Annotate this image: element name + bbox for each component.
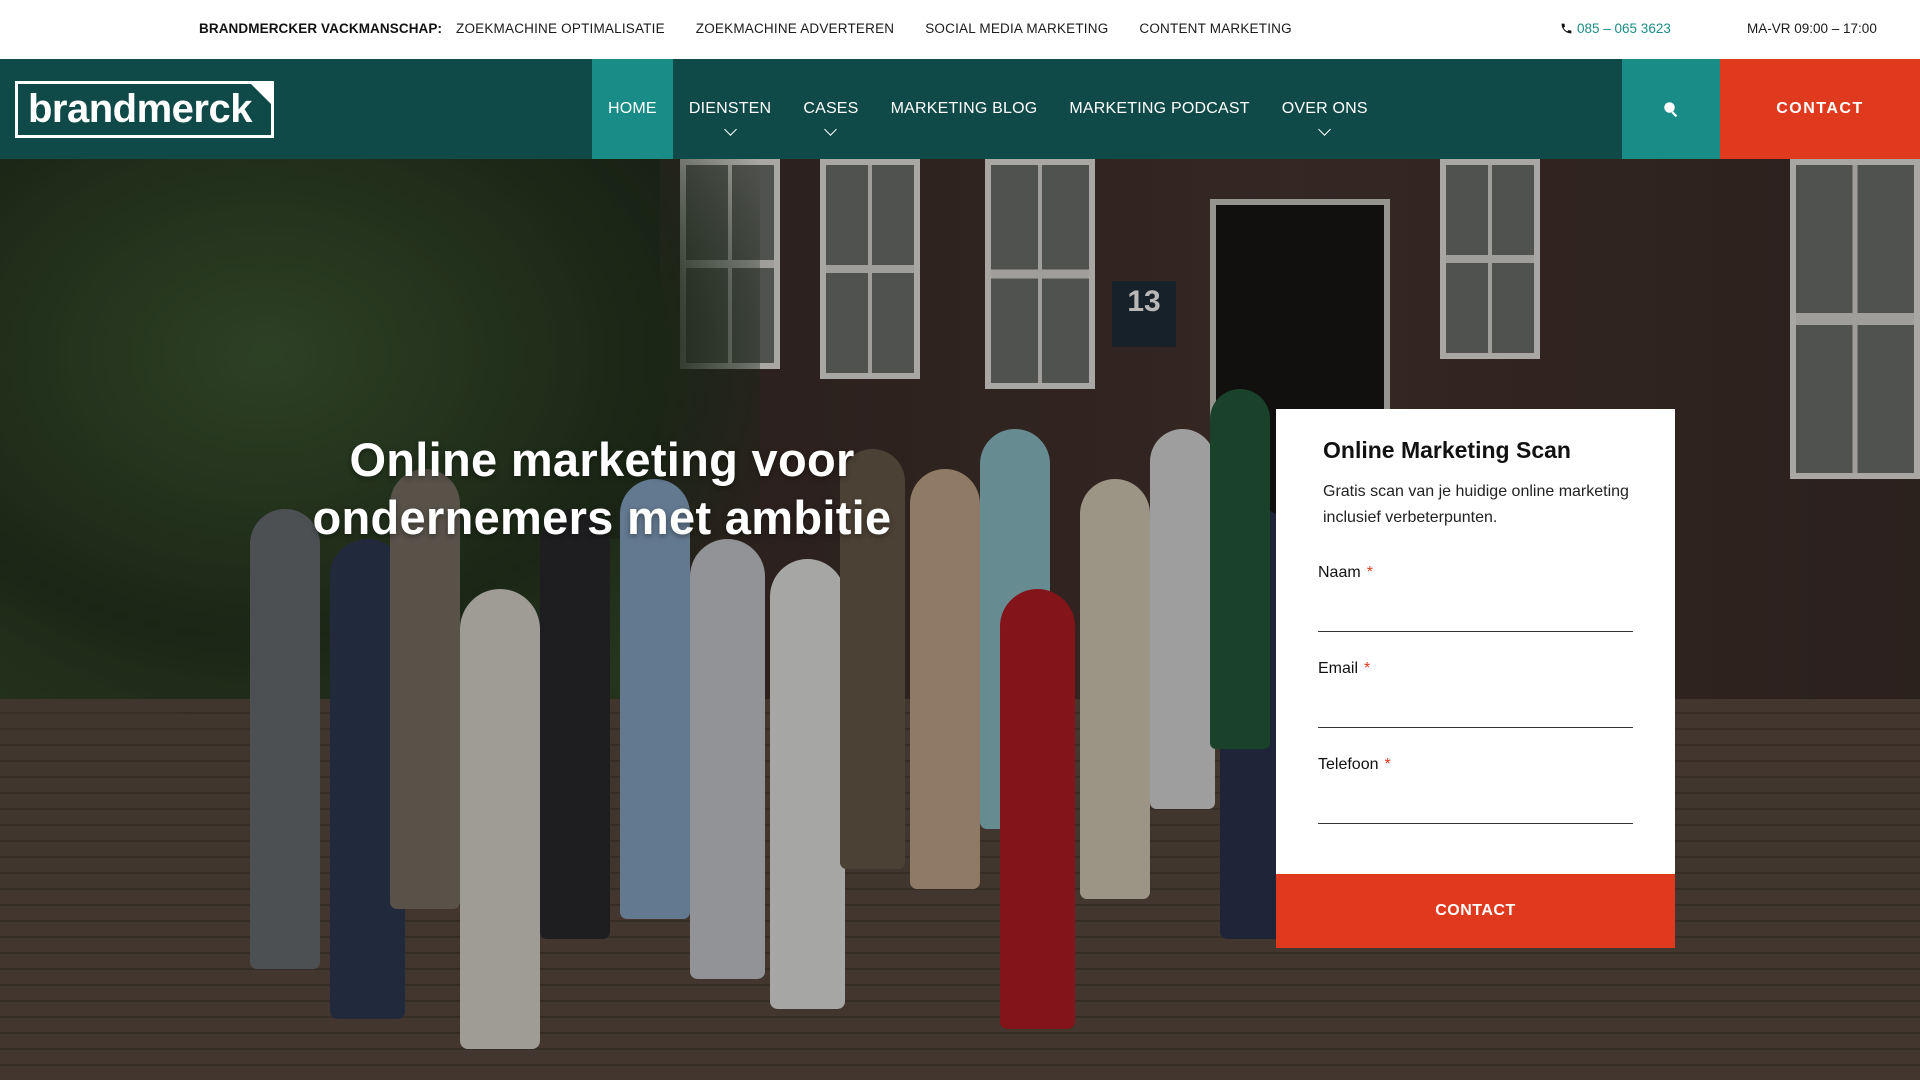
- email-field[interactable]: Email *: [1318, 660, 1633, 728]
- main-nav: brandmerck HOME DIENSTEN CASES MARKETING…: [0, 59, 1920, 159]
- nav-item-home[interactable]: HOME: [592, 59, 673, 159]
- telefoon-input[interactable]: [1318, 787, 1633, 821]
- top-bar: BRANDMERCKER VACKMANSCHAP: ZOEKMACHINE O…: [0, 0, 1920, 59]
- hero-headline: Online marketing voor ondernemers met am…: [272, 431, 932, 547]
- phone-icon: [1561, 23, 1572, 34]
- nav-contact-button[interactable]: CONTACT: [1720, 59, 1920, 159]
- hero-headline-line-1: Online marketing voor: [349, 433, 855, 486]
- brand-logo-text: brandmerck: [28, 87, 252, 131]
- nav-item-label: MARKETING BLOG: [890, 100, 1038, 117]
- topbar-link-social[interactable]: SOCIAL MEDIA MARKETING: [925, 21, 1108, 36]
- topbar-phone-number: 085 – 065 3623: [1577, 21, 1671, 36]
- form-description: Gratis scan van je huidige online market…: [1323, 483, 1629, 526]
- nav-item-label: OVER ONS: [1281, 100, 1368, 117]
- nav-item-label: CASES: [803, 100, 859, 117]
- topbar-links: ZOEKMACHINE OPTIMALISATIE ZOEKMACHINE AD…: [456, 21, 1323, 36]
- naam-label: Naam *: [1318, 564, 1373, 581]
- telefoon-label: Telefoon *: [1318, 756, 1391, 773]
- email-label: Email *: [1318, 660, 1371, 677]
- topbar-hours: MA-VR 09:00 – 17:00: [1747, 21, 1877, 36]
- email-input[interactable]: [1318, 691, 1633, 725]
- topbar-link-seo[interactable]: ZOEKMACHINE OPTIMALISATIE: [456, 21, 665, 36]
- nav-item-marketing-blog[interactable]: MARKETING BLOG: [875, 59, 1054, 159]
- naam-input[interactable]: [1318, 595, 1633, 629]
- topbar-link-sea[interactable]: ZOEKMACHINE ADVERTEREN: [696, 21, 894, 36]
- required-marker: *: [1366, 564, 1373, 581]
- telefoon-field[interactable]: Telefoon *: [1318, 756, 1633, 824]
- nav-item-diensten[interactable]: DIENSTEN: [673, 59, 788, 159]
- hero-headline-line-2: ondernemers met ambitie: [312, 491, 892, 544]
- form-title: Online Marketing Scan: [1323, 437, 1571, 463]
- form-submit-button[interactable]: CONTACT: [1276, 874, 1675, 948]
- nav-item-label: HOME: [608, 100, 657, 117]
- nav-item-cases[interactable]: CASES: [787, 59, 874, 159]
- nav-menu: HOME DIENSTEN CASES MARKETING BLOG MARKE…: [592, 59, 1384, 159]
- chevron-down-icon: [824, 123, 838, 136]
- required-marker: *: [1384, 756, 1391, 773]
- topbar-phone[interactable]: 085 – 065 3623: [1560, 21, 1671, 36]
- nav-item-label: MARKETING PODCAST: [1069, 100, 1250, 117]
- marketing-scan-form: Online Marketing Scan Gratis scan van je…: [1276, 409, 1675, 874]
- chevron-down-icon: [1318, 123, 1332, 136]
- naam-field[interactable]: Naam *: [1318, 564, 1633, 632]
- topbar-lead: BRANDMERCKER VACKMANSCHAP:: [199, 21, 443, 36]
- search-button[interactable]: [1621, 59, 1720, 159]
- nav-item-over-ons[interactable]: OVER ONS: [1266, 59, 1384, 159]
- chevron-down-icon: [723, 123, 737, 136]
- nav-item-label: DIENSTEN: [688, 100, 772, 117]
- nav-item-marketing-podcast[interactable]: MARKETING PODCAST: [1053, 59, 1265, 159]
- topbar-link-content[interactable]: CONTENT MARKETING: [1139, 21, 1291, 36]
- search-icon: [1664, 102, 1678, 118]
- brand-logo[interactable]: brandmerck: [15, 81, 274, 138]
- logo-corner-mark: [248, 81, 274, 107]
- required-marker: *: [1364, 660, 1371, 677]
